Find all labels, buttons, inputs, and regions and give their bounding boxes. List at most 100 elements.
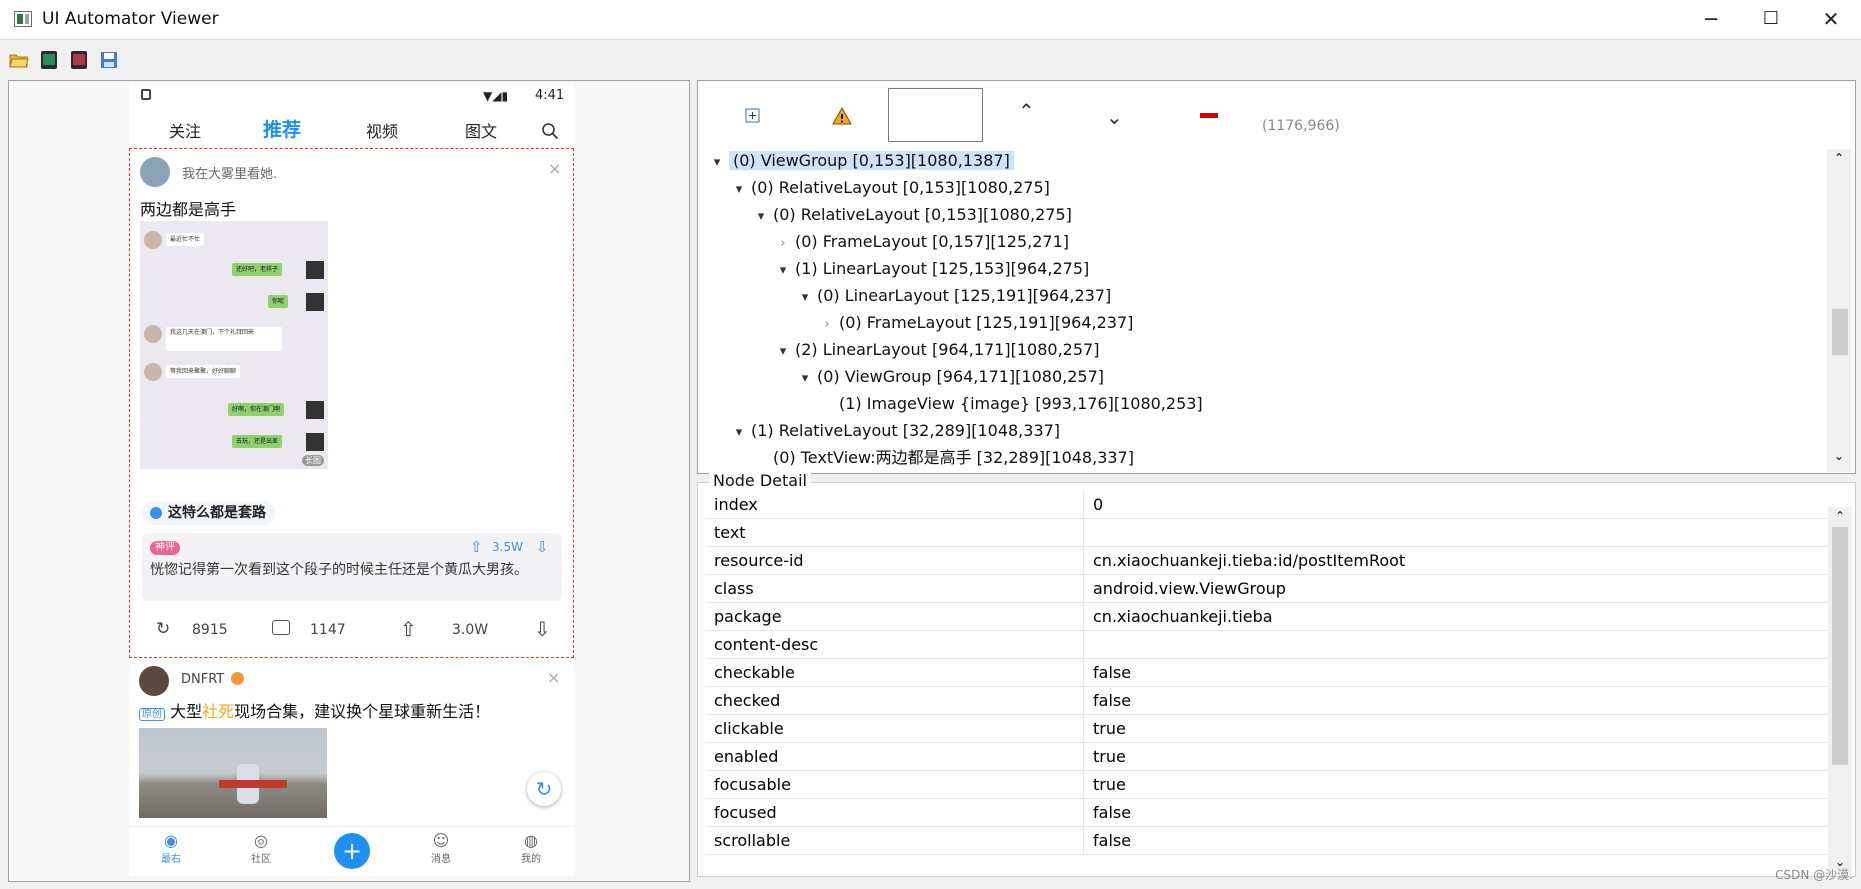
feed-tabs: 关注 推荐 视频 图文	[129, 108, 574, 150]
app-icon	[14, 11, 32, 27]
long-image-badge: 长图	[302, 455, 324, 466]
nav-profile[interactable]: ◍ 我的	[516, 831, 546, 865]
selected-post[interactable]: 我在大雾里看她. × 两边都是高手 最近忙不忙 还好吧，老样子 你呢 我这几天在…	[129, 148, 574, 658]
detail-row[interactable]: checkable false	[706, 659, 1828, 687]
avatar[interactable]	[140, 157, 170, 187]
detail-key: index	[714, 495, 758, 514]
avatar[interactable]	[139, 666, 169, 696]
post-image[interactable]: 最近忙不忙 还好吧，老样子 你呢 我这几天在澳门，下个礼拜回来 等我回来聚聚，好…	[140, 221, 328, 469]
detail-scrollbar[interactable]: ⌃ ⌄	[1828, 507, 1852, 875]
refresh-icon[interactable]: ↻	[527, 772, 561, 806]
tree-node-label: (0) RelativeLayout [0,153][1080,275]	[773, 205, 1072, 224]
close-icon[interactable]: ×	[547, 668, 560, 687]
tree-node[interactable]: ▾ (0) ViewGroup [0,153][1080,1387]	[705, 148, 1014, 174]
previous-match-icon[interactable]: ⌃	[1018, 99, 1035, 123]
detail-row[interactable]: checked false	[706, 687, 1828, 715]
tab-recommend[interactable]: 推荐	[263, 115, 301, 142]
detail-row[interactable]: index 0	[706, 491, 1828, 519]
minimize-button[interactable]: ─	[1684, 0, 1738, 40]
comment-icon[interactable]	[272, 620, 290, 635]
post-author-line: 我在大雾里看她.	[182, 167, 278, 182]
god-comment[interactable]: 神评 ⇧ 3.5W ⇩ 恍惚记得第一次看到这个段子的时候主任还是个黄瓜大男孩。	[142, 533, 562, 601]
tree-node-label: (0) TextView:两边都是高手 [32,289][1048,337]	[773, 448, 1134, 466]
search-icon[interactable]	[541, 122, 559, 140]
expand-all-icon[interactable]	[744, 107, 762, 125]
detail-value: cn.xiaochuankeji.tieba	[1093, 607, 1273, 626]
detail-row[interactable]: class android.view.ViewGroup	[706, 575, 1828, 603]
save-icon[interactable]	[99, 50, 119, 70]
open-folder-icon[interactable]	[9, 50, 29, 70]
tree-node-label: (0) RelativeLayout [0,153][1080,275]	[751, 178, 1050, 197]
collapse-icon[interactable]: ▾	[793, 366, 817, 392]
tree-node[interactable]: (1) ImageView {image} [993,176][1080,253…	[815, 391, 1203, 417]
nav-home[interactable]: ◉ 最右	[156, 831, 186, 865]
tree-node-label: (1) RelativeLayout [32,289][1048,337]	[751, 421, 1061, 440]
collapse-icon[interactable]: ▾	[793, 285, 817, 311]
detail-row[interactable]: package cn.xiaochuankeji.tieba	[706, 603, 1828, 631]
nav-messages[interactable]: ☺ 消息	[426, 831, 456, 865]
collapse-icon[interactable]: ▾	[705, 150, 729, 176]
device-screenshot-icon[interactable]	[39, 50, 59, 70]
tree-node[interactable]: ▾ (1) RelativeLayout [32,289][1048,337]	[727, 418, 1060, 444]
collapse-icon[interactable]: ▾	[727, 420, 751, 446]
tree-node-label: (1) ImageView {image} [993,176][1080,253…	[839, 394, 1203, 413]
search-input[interactable]	[888, 88, 983, 142]
detail-row[interactable]: focused false	[706, 799, 1828, 827]
topic-tag[interactable]: 这特么都是套路	[142, 501, 276, 525]
detail-key: content-desc	[714, 635, 819, 654]
detail-row[interactable]: content-desc	[706, 631, 1828, 659]
device-screenshot-compressed-icon[interactable]	[69, 50, 89, 70]
tree-node[interactable]: (0) TextView:两边都是高手 [32,289][1048,337]	[749, 445, 1134, 466]
close-button[interactable]: ✕	[1804, 0, 1858, 40]
share-icon[interactable]: ↻	[156, 619, 170, 639]
nav-community[interactable]: ◎ 社区	[246, 831, 276, 865]
expand-icon[interactable]: ›	[771, 231, 795, 257]
add-post-button[interactable]: +	[334, 833, 370, 869]
next-match-icon[interactable]: ⌄	[1106, 105, 1123, 129]
collapse-icon[interactable]: ▾	[727, 177, 751, 203]
collapse-icon[interactable]: ▾	[749, 204, 773, 230]
detail-key: text	[714, 523, 746, 542]
warning-icon[interactable]	[832, 106, 852, 126]
detail-row[interactable]: focusable true	[706, 771, 1828, 799]
notification-icon	[141, 89, 151, 100]
downvote-icon[interactable]: ⇩	[536, 538, 549, 556]
tab-follow[interactable]: 关注	[169, 118, 201, 142]
tree-node[interactable]: ▾ (2) LinearLayout [964,171][1080,257]	[771, 337, 1100, 365]
god-comment-badge: 神评	[150, 541, 180, 555]
expand-icon[interactable]: ›	[815, 312, 839, 338]
status-bar: ▼◢▮ 4:41	[129, 84, 574, 108]
profile-icon: ◍	[524, 831, 538, 850]
tree-node[interactable]: › (0) FrameLayout [125,191][964,237]	[815, 310, 1133, 336]
topic-icon	[150, 507, 162, 519]
collapse-icon[interactable]: ▾	[771, 258, 795, 284]
clear-search-icon[interactable]	[1200, 113, 1218, 118]
detail-row[interactable]: scrollable false	[706, 827, 1828, 855]
detail-row[interactable]: text	[706, 519, 1828, 547]
tree-node[interactable]: ▾ (0) RelativeLayout [0,153][1080,275]	[749, 202, 1072, 228]
detail-row[interactable]: clickable true	[706, 715, 1828, 743]
messages-icon: ☺	[432, 831, 450, 850]
scrollbar-thumb[interactable]	[1832, 527, 1848, 765]
maximize-button[interactable]: ☐	[1744, 0, 1798, 40]
detail-key: focused	[714, 803, 777, 822]
scroll-up-icon[interactable]: ⌃	[1835, 509, 1845, 523]
downvote-icon[interactable]: ⇩	[534, 617, 551, 641]
tree-node[interactable]: ▾ (0) RelativeLayout [0,153][1080,275]	[727, 175, 1050, 201]
detail-row[interactable]: enabled true	[706, 743, 1828, 771]
upvote-icon[interactable]: ⇧	[470, 538, 483, 556]
tree-node[interactable]: › (0) FrameLayout [0,157][125,271]	[771, 229, 1069, 255]
tree-node[interactable]: ▾ (1) LinearLayout [125,153][964,275]	[771, 256, 1090, 284]
tab-video[interactable]: 视频	[366, 118, 398, 142]
collapse-icon[interactable]: ▾	[771, 339, 795, 365]
upvote-icon[interactable]: ⇧	[400, 617, 417, 641]
tree-node[interactable]: ▾ (0) LinearLayout [125,191][964,237]	[793, 283, 1112, 311]
close-icon[interactable]: ×	[548, 159, 561, 178]
watermark: CSDN @沙漠.	[1775, 868, 1853, 882]
tree-node[interactable]: ▾ (0) ViewGroup [964,171][1080,257]	[793, 364, 1104, 390]
tree-node-label: (0) FrameLayout [125,191][964,237]	[839, 313, 1134, 332]
detail-row[interactable]: resource-id cn.xiaochuankeji.tieba:id/pos…	[706, 547, 1828, 575]
device-screenshot[interactable]: ▼◢▮ 4:41 关注 推荐 视频 图文 我在大雾里看她. × 两边都是高手 最…	[129, 84, 574, 876]
tab-image-text[interactable]: 图文	[465, 118, 497, 142]
post-image[interactable]	[139, 728, 327, 818]
